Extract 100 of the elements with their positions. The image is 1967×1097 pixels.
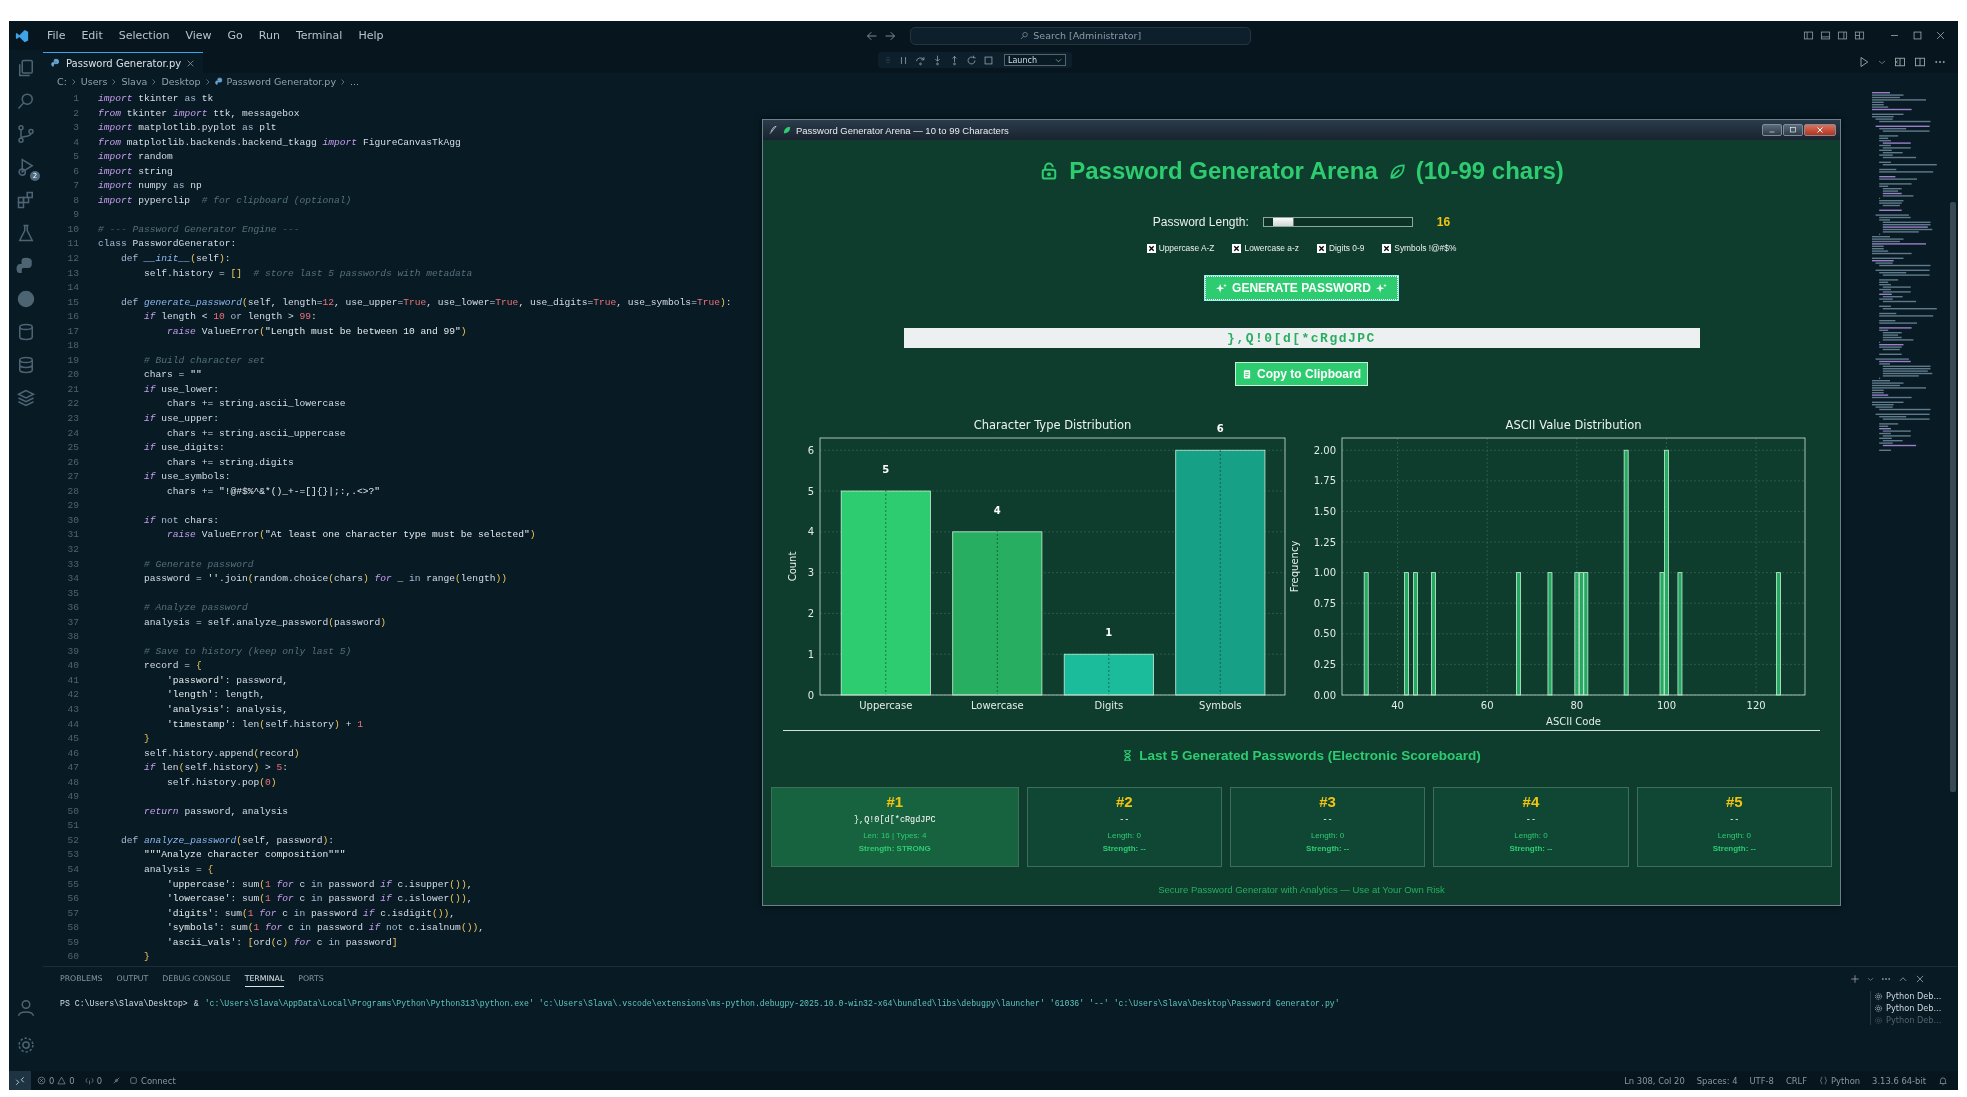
layout-grid-icon[interactable] [1854,30,1865,41]
minimize-button[interactable] [1762,124,1782,136]
split-layout-icon[interactable] [1837,30,1848,41]
option-checkbox[interactable]: Digits 0-9 [1316,243,1365,253]
compare-icon[interactable] [1894,55,1906,68]
debug-session[interactable]: Python Deb... [1874,991,1958,1001]
checkbox[interactable] [1146,243,1156,253]
problems-status[interactable]: 0 0 [37,1075,75,1086]
maximize-icon[interactable] [1912,30,1923,41]
menu-item[interactable]: Terminal [287,29,351,42]
line-number: 1 [72,92,79,106]
line-number: 41 [66,673,79,688]
pause-icon[interactable] [898,54,909,66]
sidebar-toggle-icon[interactable] [1803,30,1814,41]
database-icon[interactable] [16,355,36,375]
interpreter-status[interactable]: 3.13.6 64-bit [1872,1075,1926,1086]
cylinder-icon[interactable] [16,322,36,342]
launch-config-dropdown[interactable]: Launch [1004,54,1066,66]
scrollbar[interactable] [1950,202,1956,792]
search-field[interactable]: Search [Administrator] [910,26,1251,45]
checkbox[interactable] [1232,243,1242,253]
line-number: 26 [66,455,79,470]
line-number: 49 [66,790,79,805]
menu-item[interactable]: Edit [73,29,111,42]
sparkle-icon [1375,282,1387,294]
panel-toggle-icon[interactable] [1820,30,1831,41]
back-arrow-icon[interactable] [866,29,879,42]
password-text: -- [1119,815,1130,825]
menu-item[interactable]: File [39,29,74,42]
tick-label: Lowercase [970,700,1024,711]
length-stats: Length: 0 [1514,831,1548,840]
ports-status[interactable]: 0 [84,1075,103,1086]
line-ending-status[interactable]: CRLF [1785,1075,1808,1086]
line-number: 8 [72,193,79,208]
terminal-command: 'c:\Users\Slava\AppData\Local\Programs\Python\Python313\python.exe' 'c:\Users\Slava\.vscode\extensions\ms-python.debugpy-2025.10.0-win32-x64\bundled\libs\debugpy\launcher' '61036' '--' 'c:\Users\Slava\Desktop\Password Generator.py' [204,999,1340,1008]
connect-status[interactable]: Connect [129,1075,176,1086]
breadcrumb-item[interactable]: C: [57,76,67,87]
breadcrumb-item[interactable]: Slava [121,76,148,87]
option-checkbox[interactable]: Uppercase A-Z [1146,243,1215,253]
extensions-icon[interactable] [16,190,36,210]
breadcrumb-item[interactable]: ... [350,76,360,87]
rank-label: #3 [1319,793,1336,810]
circle-icon[interactable] [16,289,36,309]
search-icon[interactable] [16,91,36,111]
python-file-icon [51,58,61,68]
run-icon[interactable] [1858,55,1870,68]
code-line: if len(self.history) > 5: [143,761,289,776]
close-icon[interactable] [1935,30,1946,41]
breadcrumb-item[interactable]: Users [80,76,108,87]
files-icon[interactable] [16,58,36,78]
menu-item[interactable]: View [177,29,220,42]
option-checkbox[interactable]: Lowercase a-z [1232,243,1299,253]
scoreboard-title: Last 5 Generated Passwords (Electronic Scoreboard) [1139,748,1481,763]
layers-icon[interactable] [16,388,36,408]
step-over-icon[interactable] [915,54,926,66]
flask-icon[interactable] [16,223,36,243]
run-debug-icon[interactable] [16,157,36,177]
menu-item[interactable]: Selection [110,29,178,42]
step-out-icon[interactable] [949,54,960,66]
split-editor-icon[interactable] [1914,55,1926,68]
data-label: 6 [1216,423,1224,435]
add-icon[interactable] [1850,974,1860,984]
bell-icon[interactable] [1938,1075,1948,1086]
cursor-position[interactable]: Ln 308, Col 20 [1624,1075,1685,1086]
language-status[interactable]: Python [1819,1075,1861,1086]
tick-label: 0.50 [1313,628,1336,640]
maximize-button[interactable] [1783,124,1803,136]
step-into-icon[interactable] [932,54,943,66]
remote-button[interactable] [9,1071,31,1090]
checkbox[interactable] [1382,243,1392,253]
restart-icon[interactable] [966,54,977,66]
editor-tab[interactable]: Password Generator.py [43,52,204,73]
code-line: chars = "" [143,368,202,383]
forward-arrow-icon[interactable] [884,29,897,42]
line-number: 58 [66,921,79,936]
maximize-panel-icon[interactable] [1898,974,1908,984]
cross-mark-icon [1233,244,1241,252]
tick-label: 40 [1390,700,1404,711]
menu-item[interactable]: Help [350,29,392,42]
close-button[interactable] [1804,124,1836,136]
checkbox[interactable] [1316,243,1326,253]
settings-icon[interactable] [16,1035,36,1055]
close-icon[interactable] [186,58,196,68]
menu-item[interactable]: Run [250,29,288,42]
close-icon[interactable] [1915,974,1925,984]
breadcrumb-item[interactable]: Desktop [161,76,201,87]
encoding-status[interactable]: UTF-8 [1749,1075,1774,1086]
menu-item[interactable]: Go [219,29,251,42]
breadcrumb-item[interactable]: Password Generator.py [214,76,336,87]
stop-icon[interactable] [983,54,994,66]
line-number: 14 [66,281,79,296]
account-icon[interactable] [16,997,36,1017]
indentation-status[interactable]: Spaces: 4 [1696,1075,1738,1086]
option-checkbox[interactable]: Symbols !@#$% [1382,243,1457,253]
debug-session[interactable]: Python Deb... [1874,1003,1958,1013]
code-line: 'password': password, [166,673,288,688]
source-control-icon[interactable] [16,124,36,144]
tick-label: 1.25 [1313,536,1336,548]
slider-thumb[interactable] [1272,218,1294,226]
length-slider[interactable] [1262,217,1413,227]
